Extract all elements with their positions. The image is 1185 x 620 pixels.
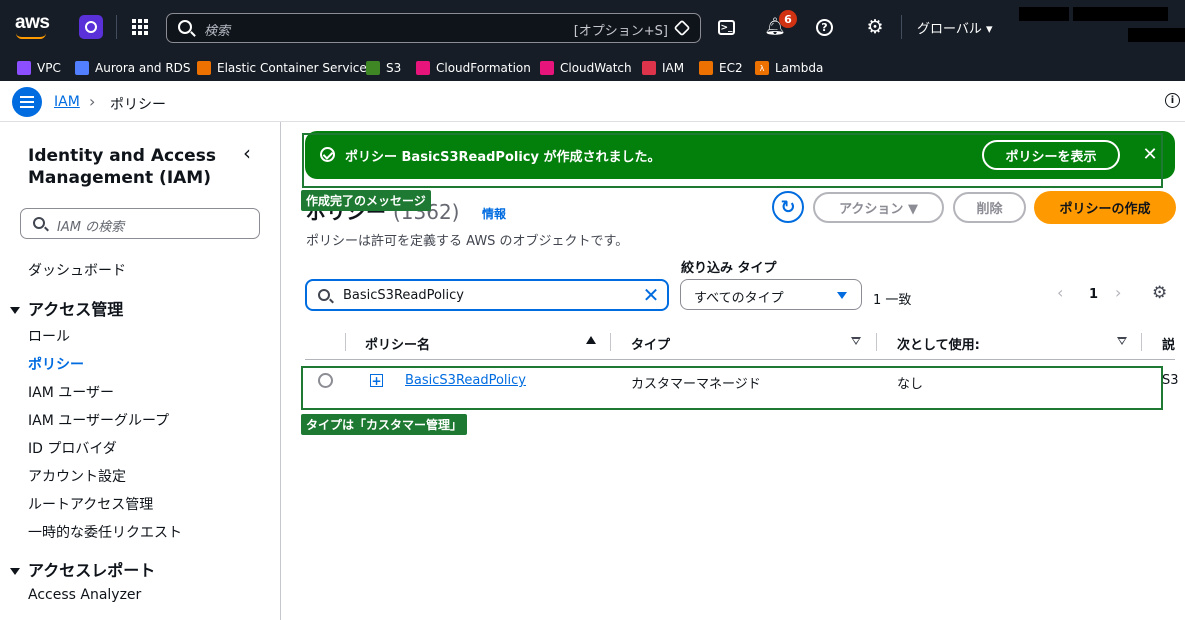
- bookmark-cloudwatch[interactable]: CloudWatch: [540, 58, 632, 78]
- sidebar-section-access-reports[interactable]: アクセスレポート: [10, 557, 155, 581]
- search-icon: [33, 217, 45, 229]
- table-settings-gear-icon[interactable]: ⚙: [1152, 283, 1167, 303]
- nav-separator: [116, 15, 117, 39]
- column-header-used-as[interactable]: 次として使用:: [897, 334, 980, 353]
- collapse-sidebar-icon[interactable]: ‹: [243, 141, 251, 165]
- sidebar-item-dashboard[interactable]: ダッシュボード: [28, 260, 126, 280]
- caret-down-icon: [837, 292, 847, 299]
- s3-icon: [366, 61, 380, 75]
- type-filter-select[interactable]: すべてのタイプ: [680, 279, 862, 310]
- type-filter-label: 絞り込み タイプ: [681, 261, 777, 276]
- amazon-q-icon[interactable]: [79, 15, 103, 39]
- aws-logo-smile: [16, 33, 46, 39]
- page-description: ポリシーは許可を定義する AWS のオブジェクトです。: [306, 234, 629, 249]
- caret-down-icon: [10, 568, 20, 575]
- sidebar-search-input[interactable]: IAM の検索: [20, 208, 260, 239]
- vpc-icon: [17, 61, 31, 75]
- chevron-left-icon[interactable]: ‹: [1057, 283, 1063, 302]
- sort-ascending-icon[interactable]: [586, 336, 596, 344]
- sidebar-item-policies[interactable]: ポリシー: [28, 354, 84, 374]
- column-divider: [610, 333, 611, 351]
- help-icon[interactable]: ?: [816, 19, 833, 36]
- redacted-account: [1128, 28, 1185, 42]
- info-panel-icon[interactable]: i: [1165, 93, 1180, 108]
- bookmark-lambda[interactable]: λ Lambda: [755, 58, 823, 78]
- bookmark-iam[interactable]: IAM: [642, 58, 684, 78]
- rds-icon: [75, 61, 89, 75]
- nav-separator: [901, 15, 902, 39]
- column-divider: [345, 333, 346, 351]
- create-policy-button[interactable]: ポリシーの作成: [1034, 191, 1176, 224]
- refresh-icon[interactable]: ↻: [772, 191, 804, 223]
- redacted-account: [1019, 7, 1069, 21]
- column-header-policy-name[interactable]: ポリシー名: [365, 334, 430, 353]
- sidebar-item-access-analyzer[interactable]: Access Analyzer: [28, 587, 141, 603]
- bookmark-ec2[interactable]: EC2: [699, 58, 743, 78]
- menu-hamburger-icon[interactable]: [12, 87, 42, 117]
- search-placeholder: 検索: [204, 24, 231, 39]
- match-count: 1 一致: [873, 293, 912, 308]
- column-header-description[interactable]: 説: [1162, 334, 1175, 353]
- sidebar-item-user-groups[interactable]: IAM ユーザーグループ: [28, 410, 169, 430]
- info-link[interactable]: 情報: [482, 205, 506, 222]
- aws-logo[interactable]: aws: [15, 12, 50, 34]
- bookmark-s3[interactable]: S3: [366, 58, 401, 78]
- bookmark-vpc[interactable]: VPC: [17, 58, 61, 78]
- search-icon: [318, 289, 330, 301]
- search-shortcut: [オプション+S]: [573, 24, 668, 39]
- filter-value: BasicS3ReadPolicy: [343, 288, 464, 303]
- column-divider: [1141, 333, 1142, 351]
- sidebar-section-access-management[interactable]: アクセス管理: [10, 296, 123, 320]
- sidebar-item-identity-providers[interactable]: ID プロバイダ: [28, 438, 117, 458]
- policy-description-cell: S3: [1162, 373, 1179, 388]
- notification-badge: 6: [779, 10, 797, 28]
- region-selector[interactable]: グローバル ▾: [917, 18, 993, 37]
- annotation-row-box: [301, 366, 1163, 410]
- redacted-account: [1073, 7, 1168, 21]
- breadcrumb-iam-link[interactable]: IAM: [54, 94, 80, 110]
- annotation-flash-box: [302, 133, 1163, 188]
- chevron-right-icon: ›: [89, 92, 96, 111]
- cloudwatch-icon: [540, 61, 554, 75]
- clear-filter-icon[interactable]: ✕: [642, 283, 660, 307]
- breadcrumb-current: ポリシー: [110, 97, 166, 113]
- search-hex-icon: [673, 19, 691, 37]
- column-divider: [876, 333, 877, 351]
- sidebar-item-root-access[interactable]: ルートアクセス管理: [28, 494, 153, 514]
- cloudshell-icon[interactable]: >_: [718, 20, 735, 35]
- annotation-row-label: タイプは「カスタマー管理」: [301, 414, 468, 435]
- services-grid-icon[interactable]: [132, 19, 148, 35]
- search-icon: [178, 20, 192, 34]
- sidebar-item-users[interactable]: IAM ユーザー: [28, 382, 114, 402]
- bookmark-ecs[interactable]: Elastic Container Service: [197, 58, 367, 78]
- ec2-icon: [699, 61, 713, 75]
- global-search-input[interactable]: 検索 [オプション+S]: [166, 13, 701, 43]
- current-page[interactable]: 1: [1089, 287, 1098, 302]
- cloudformation-icon: [416, 61, 430, 75]
- sidebar-title: Identity and Access Management (IAM): [28, 146, 216, 188]
- sort-icon[interactable]: [851, 337, 861, 345]
- ecs-icon: [197, 61, 211, 75]
- policy-filter-input[interactable]: BasicS3ReadPolicy ✕: [305, 279, 669, 311]
- sort-icon[interactable]: [1117, 337, 1127, 345]
- lambda-icon: λ: [755, 61, 769, 75]
- sidebar-search-placeholder: IAM の検索: [57, 220, 125, 235]
- type-filter-value: すべてのタイプ: [694, 291, 784, 306]
- sidebar-item-account-settings[interactable]: アカウント設定: [28, 466, 126, 486]
- iam-icon: [642, 61, 656, 75]
- annotation-flash-label: 作成完了のメッセージ: [301, 190, 431, 211]
- actions-dropdown[interactable]: アクション ▼: [813, 192, 944, 223]
- delete-button[interactable]: 削除: [953, 192, 1026, 223]
- chevron-right-icon[interactable]: ›: [1115, 283, 1121, 302]
- breadcrumb-bar: [0, 81, 1185, 122]
- settings-gear-icon[interactable]: ⚙: [864, 16, 886, 38]
- sidebar-item-roles[interactable]: ロール: [28, 326, 70, 346]
- caret-down-icon: [10, 307, 20, 314]
- column-header-type[interactable]: タイプ: [631, 334, 670, 353]
- bookmark-cloudformation[interactable]: CloudFormation: [416, 58, 531, 78]
- bookmark-aurora-rds[interactable]: Aurora and RDS: [75, 58, 191, 78]
- table-header-divider: [305, 359, 1175, 360]
- sidebar-item-temporary-delegation[interactable]: 一時的な委任リクエスト: [28, 522, 182, 542]
